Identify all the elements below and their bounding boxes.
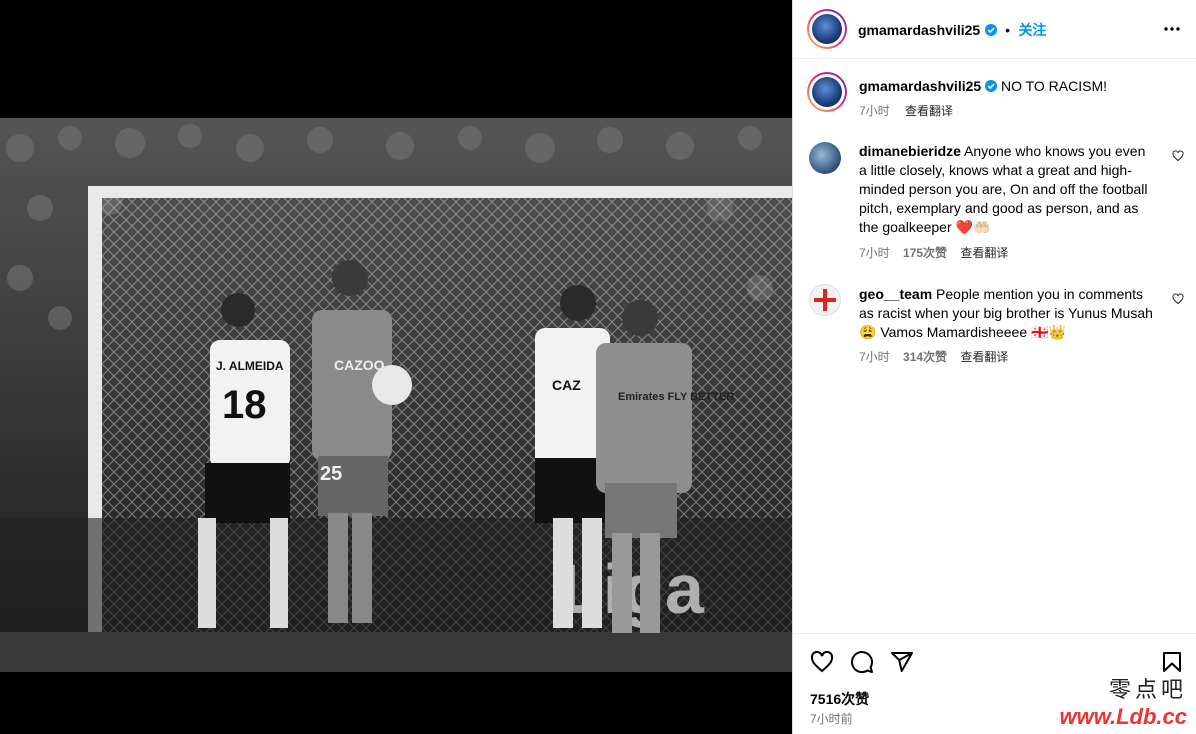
author-username[interactable]: gmamardashvili25: [858, 22, 980, 38]
comment-username[interactable]: geo__team: [859, 286, 932, 302]
caption-username[interactable]: gmamardashvili25: [859, 78, 981, 94]
svg-text:18: 18: [222, 383, 267, 427]
more-options-icon[interactable]: [1163, 22, 1181, 36]
comment-like-icon[interactable]: [1172, 293, 1184, 305]
svg-text:CAZOO: CAZOO: [334, 357, 385, 373]
caption-time[interactable]: 7小时: [859, 104, 890, 118]
svg-text:Emirates FLY BETTER: Emirates FLY BETTER: [618, 391, 734, 403]
comment-time[interactable]: 7小时: [859, 246, 890, 260]
comment-username[interactable]: dimanebieridze: [859, 143, 961, 159]
comment-translate-link[interactable]: 查看翻译: [960, 350, 1008, 364]
verified-badge-icon: [985, 80, 998, 92]
svg-text:25: 25: [320, 463, 342, 485]
comment-bubble-icon[interactable]: [850, 650, 874, 674]
post-sidebar: gmamardashvili25 • 关注 gmamardashvili25 N…: [792, 0, 1196, 734]
follow-button[interactable]: 关注: [1018, 22, 1046, 38]
like-heart-icon[interactable]: [810, 650, 834, 674]
watermark: 零点吧 www.Ldb.cc: [1059, 672, 1187, 730]
likes-count[interactable]: 7516次赞: [810, 689, 869, 709]
post-photo[interactable]: Liga J. ALMEIDA 18 CAZOO 25: [0, 118, 792, 672]
caption-translate-link[interactable]: 查看翻译: [905, 104, 953, 118]
comment-translate-link[interactable]: 查看翻译: [960, 246, 1008, 260]
caption-avatar[interactable]: [807, 72, 847, 112]
comment-likes[interactable]: 314次赞: [903, 350, 947, 364]
comment-time[interactable]: 7小时: [859, 350, 890, 364]
post-header: gmamardashvili25 • 关注: [793, 0, 1196, 59]
save-bookmark-icon[interactable]: [1160, 650, 1184, 674]
comment-likes[interactable]: 175次赞: [903, 246, 947, 260]
commenter-avatar[interactable]: [809, 142, 841, 174]
svg-text:CAZ: CAZ: [552, 377, 581, 393]
caption-text: NO TO RACISM!: [1000, 78, 1108, 94]
commenter-avatar[interactable]: [809, 284, 841, 316]
post-media-area: Liga J. ALMEIDA 18 CAZOO 25: [0, 0, 792, 734]
svg-text:Liga: Liga: [560, 550, 705, 628]
comment-like-icon[interactable]: [1172, 150, 1184, 162]
watermark-line-1: 零点吧: [1108, 678, 1187, 703]
svg-text:J. ALMEIDA: J. ALMEIDA: [216, 359, 284, 373]
watermark-line-2: www.Ldb.cc: [1059, 704, 1187, 729]
post-actions: 7516次赞 7小时前 零点吧 www.Ldb.cc: [793, 633, 1196, 734]
separator-dot: •: [1005, 22, 1010, 38]
comments-section: gmamardashvili25 NO TO RACISM! 7小时 查看翻译 …: [793, 60, 1196, 633]
verified-badge-icon: [984, 24, 997, 36]
avatar[interactable]: [807, 9, 847, 49]
football-photo: Liga J. ALMEIDA 18 CAZOO 25: [0, 118, 792, 672]
post-timestamp: 7小时前: [810, 712, 853, 726]
georgia-flag-icon: [814, 289, 836, 311]
share-send-icon[interactable]: [890, 650, 914, 674]
